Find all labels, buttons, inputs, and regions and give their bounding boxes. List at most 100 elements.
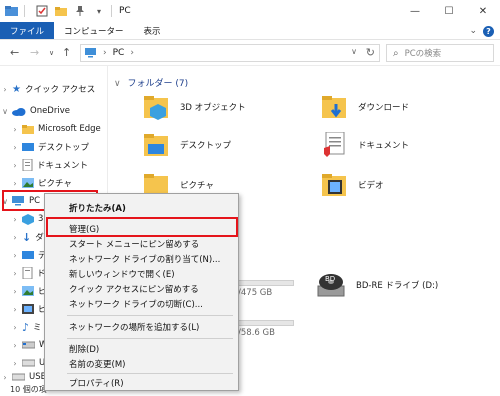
drive-bd-re[interactable]: BD BD-RE ドライブ (D:)	[316, 272, 438, 298]
nav-item-desktop-2[interactable]: › デ	[10, 246, 46, 264]
nav-item-quick-access[interactable]: › ★ クイック アクセス	[0, 80, 95, 98]
minimize-button[interactable]: —	[398, 0, 432, 22]
menu-item-disconnect-network-drive[interactable]: ネットワーク ドライブの切断(C)...	[45, 296, 238, 311]
nav-item-label: ピクチャ	[38, 179, 72, 189]
menu-item-rename[interactable]: 名前の変更(M)	[45, 356, 238, 371]
folder-3d-objects[interactable]: 3D オブジェクト	[144, 94, 246, 120]
maximize-button[interactable]: ☐	[432, 0, 466, 22]
folder-documents[interactable]: ドキュメント	[322, 132, 409, 158]
chevron-right-icon[interactable]: ›	[10, 251, 20, 260]
menu-item-open-new-window[interactable]: 新しいウィンドウで開く(E)	[45, 266, 238, 281]
folder-label: ドキュメント	[358, 141, 410, 151]
folder-desktop[interactable]: デスクトップ	[144, 132, 231, 158]
help-icon[interactable]: ?	[483, 25, 494, 37]
nav-item-label: ダ	[35, 233, 44, 243]
separator	[24, 5, 25, 17]
menu-item-pin-to-start[interactable]: スタート メニューにピン留めする	[45, 236, 238, 251]
star-icon: ★	[12, 83, 21, 95]
folder-downloads[interactable]: ダウンロード	[322, 94, 409, 120]
nav-item-label: Microsoft Edge	[38, 124, 101, 134]
back-arrow-icon[interactable]: ←	[10, 46, 19, 59]
chevron-right-icon[interactable]: ›	[0, 373, 10, 382]
chevron-right-icon[interactable]: ›	[10, 359, 20, 368]
tab-computer[interactable]: コンピューター	[54, 22, 134, 39]
document-folder-icon	[324, 132, 345, 157]
chevron-right-icon[interactable]: ›	[10, 287, 20, 296]
drive-c[interactable]: /475 GB	[238, 280, 294, 298]
chevron-right-icon[interactable]: ›	[10, 143, 20, 152]
nav-item-label: クイック アクセス	[24, 85, 96, 95]
up-arrow-icon[interactable]: ↑	[62, 46, 71, 59]
menu-separator	[67, 315, 233, 316]
nav-item-onedrive[interactable]: ∨ OneDrive	[0, 102, 70, 120]
checkbox-icon[interactable]	[35, 4, 49, 18]
nav-item-documents-2[interactable]: › ド	[10, 264, 46, 282]
address-bar[interactable]: › PC › ∨ ↻	[80, 44, 380, 62]
chevron-right-icon[interactable]: ›	[10, 161, 20, 170]
menu-item-collapse[interactable]: 折りたたみ(A)	[45, 200, 238, 215]
chevron-right-icon[interactable]: ›	[10, 179, 20, 188]
chevron-right-icon[interactable]: ›	[10, 341, 20, 350]
chevron-right-icon[interactable]: ›	[10, 269, 20, 278]
folder-label: ダウンロード	[358, 103, 410, 113]
chevron-right-icon[interactable]: ›	[10, 323, 20, 332]
chevron-right-icon[interactable]: ›	[103, 48, 107, 58]
highlight-manage-item	[46, 217, 238, 237]
video-icon	[22, 304, 34, 314]
window-controls: — ☐ ✕	[398, 0, 500, 22]
download-folder-icon	[322, 96, 346, 118]
menu-item-delete[interactable]: 削除(D)	[45, 341, 238, 356]
menu-item-map-network-drive[interactable]: ネットワーク ドライブの割り当て(N)...	[45, 251, 238, 266]
download-icon: ↓	[22, 230, 32, 244]
chevron-down-icon[interactable]: ∨	[114, 79, 121, 89]
folder-icon[interactable]	[54, 4, 68, 18]
close-button[interactable]: ✕	[466, 0, 500, 22]
menu-separator	[67, 338, 233, 339]
tab-view[interactable]: 表示	[134, 22, 171, 39]
usb-icon	[12, 373, 25, 381]
folder-label: デスクトップ	[180, 141, 232, 151]
tab-file[interactable]: ファイル	[0, 22, 55, 39]
address-dropdown-icon[interactable]: ∨	[351, 47, 357, 56]
group-title: フォルダー (7)	[127, 79, 189, 89]
folder-label: ビデオ	[358, 181, 384, 191]
menu-item-pin-quick-access[interactable]: クイック アクセスにピン留めする	[45, 281, 238, 296]
drive-u[interactable]: /58.6 GB	[238, 320, 294, 338]
recent-dropdown-icon[interactable]: ∨	[49, 49, 54, 57]
nav-item-microsoft-edge[interactable]: › Microsoft Edge	[10, 120, 101, 138]
refresh-icon[interactable]: ↻	[366, 46, 375, 59]
chevron-right-icon[interactable]: ›	[130, 48, 134, 58]
chevron-right-icon[interactable]: ›	[10, 215, 20, 224]
nav-item-videos[interactable]: › ビ	[10, 300, 47, 318]
nav-item-documents[interactable]: › ドキュメント	[10, 156, 88, 174]
folders-group-header[interactable]: ∨ フォルダー (7)	[114, 76, 188, 89]
nav-item-3d-objects[interactable]: › 3	[10, 210, 43, 228]
bd-drive-icon: BD	[317, 274, 345, 297]
chevron-right-icon[interactable]: ›	[10, 305, 20, 314]
forward-arrow-icon[interactable]: →	[30, 46, 39, 59]
chevron-right-icon[interactable]: ›	[0, 85, 10, 94]
folder-icon	[22, 125, 34, 134]
nav-item-desktop[interactable]: › デスクトップ	[10, 138, 89, 156]
nav-item-downloads[interactable]: › ↓ ダ	[10, 228, 44, 246]
drive-usage-bar	[238, 280, 294, 286]
search-input[interactable]: ⌕ PCの検索	[386, 44, 494, 62]
chevron-right-icon[interactable]: ›	[10, 125, 20, 134]
desktop-icon	[22, 143, 34, 151]
folder-icon[interactable]	[5, 4, 19, 18]
separator	[111, 5, 112, 17]
address-path: PC	[112, 48, 125, 58]
menu-item-properties[interactable]: プロパティ(R)	[45, 375, 238, 390]
expand-ribbon-icon[interactable]: ⌄	[469, 26, 477, 36]
nav-item-drive-c[interactable]: › W	[10, 336, 47, 354]
nav-item-pictures-2[interactable]: › ピ	[10, 282, 47, 300]
picture-icon	[22, 286, 34, 296]
pin-icon[interactable]	[73, 4, 87, 18]
dropdown-icon[interactable]: ▾	[92, 4, 106, 18]
nav-item-music[interactable]: › ♪ ミ	[10, 318, 41, 336]
drive-label: BD-RE ドライブ (D:)	[356, 281, 439, 291]
chevron-right-icon[interactable]: ›	[10, 233, 20, 242]
chevron-down-icon[interactable]: ∨	[0, 107, 10, 116]
folder-videos[interactable]: ビデオ	[322, 172, 384, 198]
menu-item-add-network-location[interactable]: ネットワークの場所を追加する(L)	[45, 319, 238, 334]
